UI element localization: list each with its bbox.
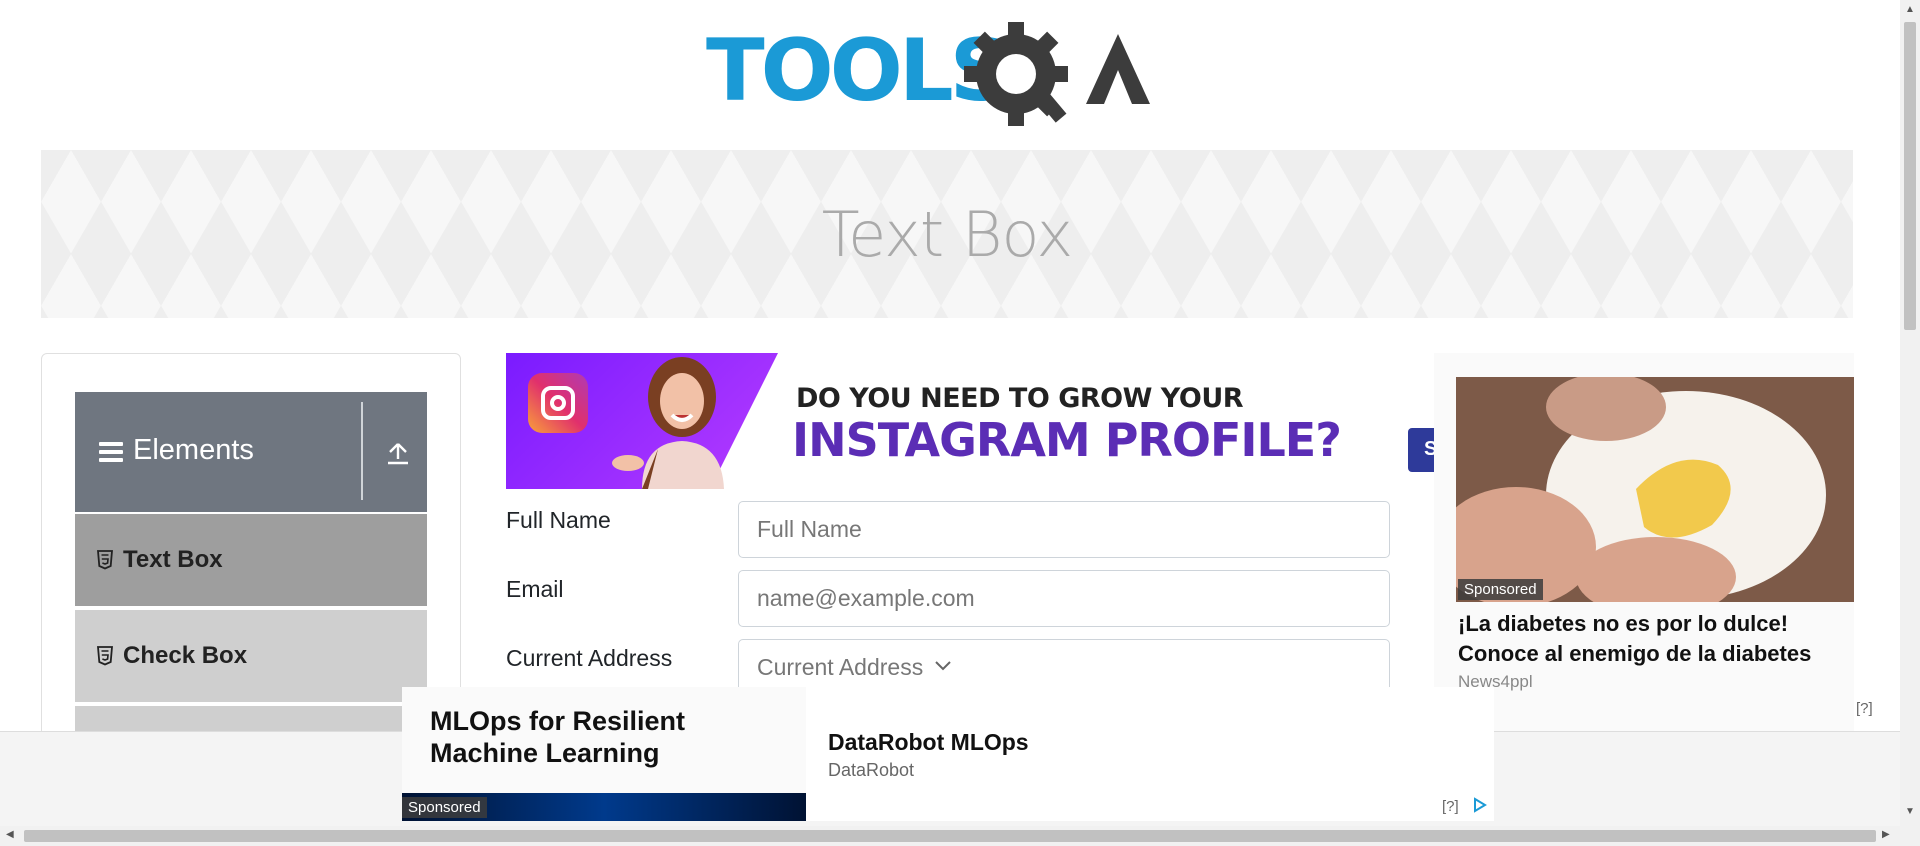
- full-name-label: Full Name: [506, 507, 611, 533]
- sidebar-item-text-box[interactable]: Text Box: [75, 514, 427, 606]
- html5-icon: [97, 646, 113, 666]
- ad-headline[interactable]: ¡La diabetes no es por lo dulce! Conoce …: [1458, 609, 1848, 669]
- sidebar-item-check-box[interactable]: Check Box: [75, 610, 427, 702]
- scroll-up-arrow-icon[interactable]: ▲: [1905, 4, 1915, 15]
- ad-headline[interactable]: DataRobot MLOps: [828, 729, 1029, 756]
- sponsored-badge: Sponsored: [402, 797, 487, 818]
- upload-arrow-icon[interactable]: [385, 440, 411, 466]
- adchoices-icon[interactable]: [1472, 797, 1488, 813]
- toolsqa-logo[interactable]: TOOLS: [706, 22, 1192, 134]
- chevron-down-icon: [935, 661, 951, 671]
- sidebar-item-label: Check Box: [123, 642, 248, 669]
- ad-headline-line1: DO YOU NEED TO GROW YOUR: [796, 383, 1244, 414]
- page-banner: Text Box: [41, 150, 1853, 318]
- html5-icon: [97, 550, 113, 570]
- bottom-sponsored-ad[interactable]: MLOps for Resilient Machine Learning Spo…: [402, 687, 1494, 821]
- logo-a-shape: [1086, 34, 1150, 104]
- vertical-scrollbar-thumb[interactable]: [1904, 22, 1916, 330]
- ad-help-link[interactable]: [?]: [1442, 798, 1459, 815]
- full-name-input[interactable]: [738, 501, 1390, 558]
- left-sidebar: Elements Text Box Check Box: [41, 353, 461, 753]
- ad-image-title: MLOps for Resilient Machine Learning: [430, 706, 686, 768]
- ad-help-link[interactable]: [?]: [1856, 700, 1873, 717]
- sponsored-badge: Sponsored: [1458, 579, 1543, 600]
- horizontal-scrollbar[interactable]: ◀ ▶: [0, 826, 1920, 846]
- sidebar-group-title: Elements: [133, 434, 254, 466]
- logo-tools-text: TOOLS: [706, 22, 1008, 121]
- instagram-ad-banner[interactable]: DO YOU NEED TO GROW YOUR INSTAGRAM PROFI…: [506, 353, 1386, 489]
- page: TOOLS Text Box Elements Text Box Check B…: [0, 0, 1920, 846]
- ad-source[interactable]: DataRobot: [828, 760, 914, 781]
- vertical-scrollbar[interactable]: ▲ ▼: [1900, 0, 1920, 826]
- right-sponsored-ad[interactable]: Sponsored ¡La diabetes no es por lo dulc…: [1434, 353, 1854, 733]
- horizontal-scrollbar-thumb[interactable]: [24, 830, 1876, 842]
- sidebar-group-elements[interactable]: Elements: [75, 392, 427, 512]
- scroll-down-arrow-icon[interactable]: ▼: [1905, 806, 1915, 817]
- current-address-label: Current Address: [506, 645, 673, 671]
- ad-woman-image: [612, 357, 724, 489]
- sidebar-item-label: Text Box: [123, 546, 223, 573]
- scroll-right-arrow-icon[interactable]: ▶: [1882, 829, 1890, 840]
- email-label: Email: [506, 576, 564, 602]
- ad-headline-line2: INSTAGRAM PROFILE?: [792, 413, 1342, 467]
- scroll-left-arrow-icon[interactable]: ◀: [6, 829, 14, 840]
- hamburger-icon: [99, 442, 123, 462]
- page-title: Text Box: [821, 197, 1073, 271]
- email-input[interactable]: [738, 570, 1390, 627]
- instagram-icon: [528, 373, 588, 433]
- divider: [361, 402, 363, 500]
- ad-egg-image: [1456, 377, 1854, 602]
